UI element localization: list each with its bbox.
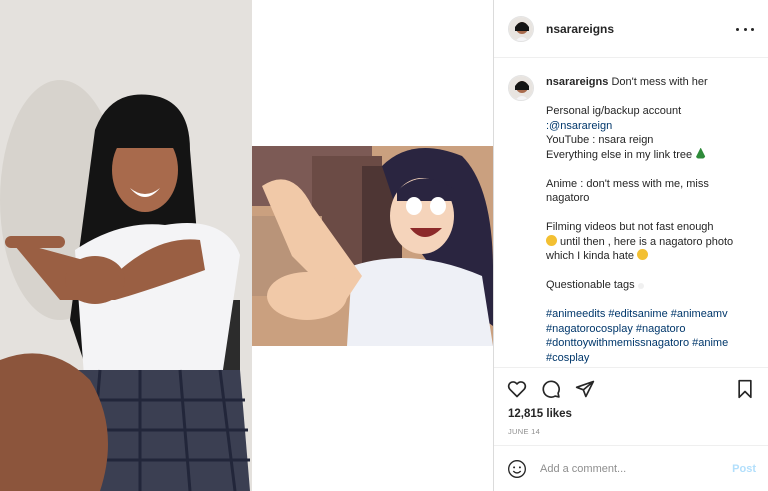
caption-area: nsarareigns Don't mess with her Personal… [494,59,768,367]
grimacing-face-icon [637,249,649,260]
caption-mention-link[interactable]: :@nsarareign [546,119,754,134]
caption-text: nsarareigns Don't mess with her Personal… [546,75,754,365]
tree-icon [695,147,707,159]
caption-avatar[interactable] [508,75,534,101]
post-header: nsarareigns [494,0,768,58]
caption-line: Questionable tags [546,279,635,291]
photo-cosplay [0,0,252,491]
caption-line: YouTube : nsara reign [546,134,654,146]
likes-count[interactable]: 12,815 likes [508,408,572,420]
comment-icon[interactable] [540,378,562,400]
sparkle-icon [637,283,644,289]
comment-input[interactable] [540,462,733,475]
post-date[interactable]: JUNE 14 [508,427,540,436]
more-options-icon[interactable] [736,22,754,36]
cosplay-illustration [0,0,252,491]
post-button[interactable]: Post [732,463,756,475]
post-sidebar: nsarareigns nsarareigns Don't mess with … [494,0,768,491]
crying-face-icon [546,234,557,246]
post-media[interactable] [0,0,493,491]
action-bar: 12,815 likes JUNE 14 [494,367,768,445]
share-icon[interactable] [574,378,596,400]
caption-title: Don't mess with her [611,76,708,88]
photo-anime [252,146,493,346]
caption-line: Anime : don't mess with me, miss nagator… [546,177,709,205]
heart-icon[interactable] [506,378,528,400]
avatar[interactable] [508,15,534,42]
post-username[interactable]: nsarareigns [546,22,614,36]
caption-username[interactable]: nsarareigns [546,76,608,88]
caption-line: Everything else in my link tree [546,148,693,161]
caption-row: nsarareigns Don't mess with her Personal… [508,75,754,365]
avatar-image [509,16,533,41]
instagram-post: nsarareigns nsarareigns Don't mess with … [0,0,768,491]
action-icons [506,378,596,400]
caption-line: Personal ig/backup account [546,105,682,117]
avatar-image [509,76,533,100]
bookmark-icon[interactable] [734,378,756,400]
emoji-icon[interactable] [506,458,528,480]
hashtags[interactable]: #animeedits #editsanime #animeamv #nagat… [546,307,754,365]
caption-line: Filming videos but not fast enough [546,221,714,233]
comment-bar: Post [494,445,768,491]
anime-illustration [252,146,493,346]
